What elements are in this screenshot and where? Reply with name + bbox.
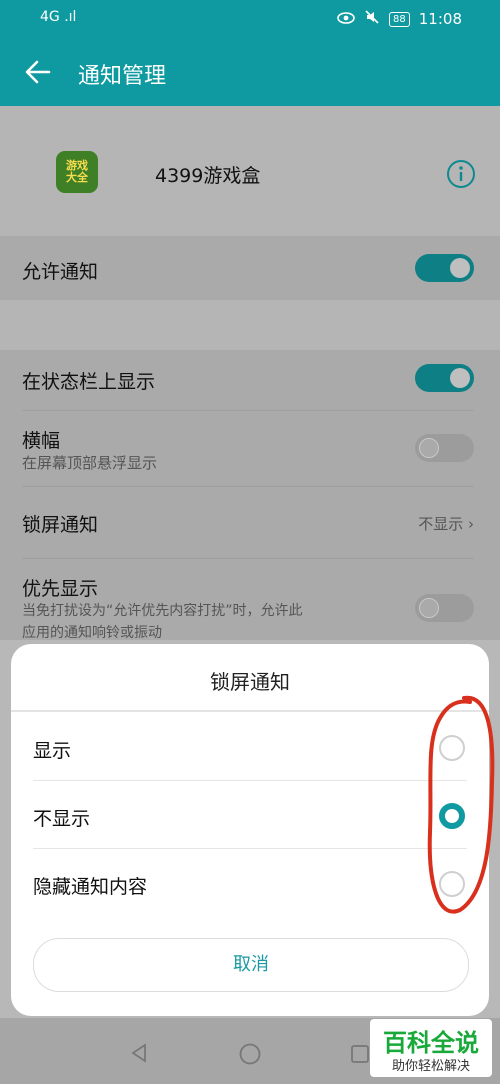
signal-indicator: 4G .ıl	[40, 9, 77, 25]
divider	[33, 848, 467, 849]
cancel-button[interactable]: 取消	[33, 938, 469, 992]
app-header: 游戏 大全 4399游戏盒	[0, 106, 500, 236]
priority-toggle[interactable]	[415, 594, 474, 622]
option-label: 显示	[33, 740, 72, 762]
toggle-knob	[419, 598, 439, 618]
status-bar-show-toggle[interactable]	[415, 364, 474, 392]
option-hide-content[interactable]: 隐藏通知内容	[11, 850, 489, 918]
divider	[22, 558, 474, 559]
page-title: 通知管理	[78, 64, 167, 89]
allow-notifications-label: 允许通知	[22, 261, 99, 283]
priority-label: 优先显示	[22, 578, 99, 600]
option-label: 不显示	[33, 808, 91, 830]
priority-subtitle-line2: 应用的通知响铃或振动	[22, 625, 162, 641]
clock: 11:08	[418, 10, 462, 28]
divider	[22, 486, 474, 487]
nav-recent-icon[interactable]	[350, 1044, 370, 1068]
info-icon[interactable]	[446, 159, 476, 189]
watermark-title: 百科全说	[383, 1029, 479, 1057]
toggle-knob	[450, 368, 470, 388]
dialog-title-divider	[11, 710, 489, 712]
app-name: 4399游戏盒	[155, 165, 261, 187]
radio-button[interactable]	[439, 735, 465, 761]
divider	[33, 780, 467, 781]
status-bar: 4G .ıl 88 11:08	[0, 0, 500, 38]
back-arrow-icon[interactable]	[22, 56, 54, 88]
lock-screen-value[interactable]: 不显示 ›	[418, 513, 474, 534]
chevron-right-icon: ›	[468, 515, 474, 533]
allow-notifications-row[interactable]: 允许通知	[0, 236, 500, 300]
radio-button[interactable]	[439, 871, 465, 897]
battery-indicator: 88	[389, 11, 410, 27]
banner-toggle[interactable]	[415, 434, 474, 462]
option-show[interactable]: 显示	[11, 714, 489, 782]
toggle-knob	[450, 258, 470, 278]
dialog-title: 锁屏通知	[210, 670, 290, 694]
app-bar: 通知管理	[0, 38, 500, 106]
radio-button-checked[interactable]	[439, 803, 465, 829]
watermark-logo: 百科全说 助你轻松解决	[370, 1019, 492, 1077]
status-bar-show-label: 在状态栏上显示	[22, 371, 156, 393]
divider	[22, 410, 474, 411]
watermark-subtitle: 助你轻松解决	[391, 1059, 470, 1074]
mute-icon	[364, 9, 380, 29]
lock-screen-label[interactable]: 锁屏通知	[22, 510, 98, 537]
status-icons: 88 11:08	[337, 9, 462, 29]
nav-home-icon[interactable]	[238, 1042, 262, 1070]
section-gap	[0, 300, 500, 350]
lock-screen-value-text: 不显示	[418, 515, 464, 533]
notification-settings-group: 在状态栏上显示 横幅 在屏幕顶部悬浮显示 锁屏通知 不显示 › 优先显示 当免打…	[0, 350, 500, 640]
eye-icon	[337, 10, 355, 28]
lock-screen-dialog: 锁屏通知 显示 不显示 隐藏通知内容 取消	[11, 644, 489, 1016]
option-label: 隐藏通知内容	[33, 876, 148, 898]
banner-subtitle: 在屏幕顶部悬浮显示	[22, 454, 158, 472]
allow-notifications-toggle[interactable]	[415, 254, 474, 282]
app-icon-text-line2: 大全	[66, 171, 88, 184]
toggle-knob	[419, 438, 439, 458]
banner-label: 横幅	[22, 430, 61, 452]
priority-subtitle-line1: 当免打扰设为“允许优先内容打扰”时，允许此	[22, 603, 303, 619]
option-hide[interactable]: 不显示	[11, 782, 489, 850]
app-icon: 游戏 大全	[56, 151, 98, 193]
nav-back-icon[interactable]	[128, 1042, 150, 1068]
